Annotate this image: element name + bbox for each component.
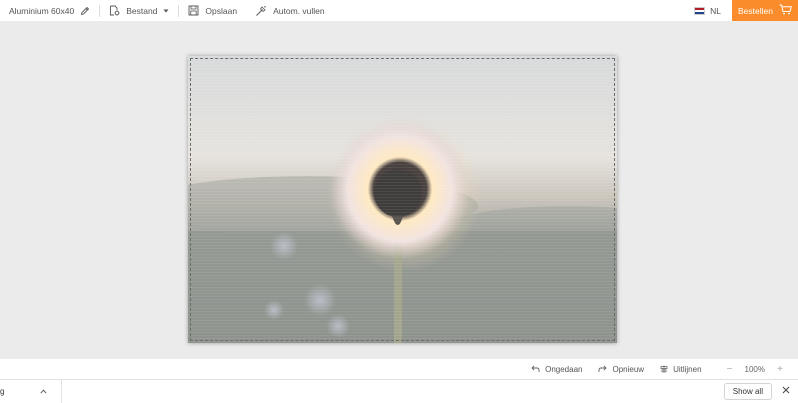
align-center-icon xyxy=(660,365,673,373)
zoom-in-button[interactable]: + xyxy=(774,364,786,375)
floppy-disk-icon xyxy=(188,5,199,16)
shopping-cart-icon xyxy=(779,4,792,17)
redo-label: Opnieuw xyxy=(612,364,645,374)
language-selector[interactable]: NL xyxy=(685,0,732,21)
magic-wand-icon xyxy=(255,5,267,17)
editor-toolbar: Aluminium 60x40 Bestand Opslaan Autom. v… xyxy=(0,0,798,21)
zoom-level: 100% xyxy=(744,364,765,374)
order-button[interactable]: Bestellen xyxy=(732,0,798,21)
browser-download-bar: g Show all xyxy=(0,379,798,403)
product-name-button[interactable]: Aluminium 60x40 xyxy=(0,0,99,21)
dandelion-photo xyxy=(188,56,617,343)
redo-arrow-icon xyxy=(598,365,612,373)
dutch-flag-icon xyxy=(694,6,706,15)
autofill-button[interactable]: Autom. vullen xyxy=(246,0,334,21)
pencil-icon xyxy=(80,6,90,16)
zoom-out-button[interactable]: − xyxy=(724,364,736,375)
download-item[interactable]: g xyxy=(0,379,62,403)
order-label: Bestellen xyxy=(738,5,773,16)
print-preview[interactable] xyxy=(188,56,617,343)
save-button[interactable]: Opslaan xyxy=(179,0,246,21)
file-menu-button[interactable]: Bestand xyxy=(100,0,178,21)
language-label: NL xyxy=(710,5,721,16)
undo-label: Ongedaan xyxy=(545,364,583,374)
flag-stripe-blue xyxy=(695,11,705,14)
file-settings-icon xyxy=(109,5,120,16)
product-name-label: Aluminium 60x40 xyxy=(9,5,75,16)
close-icon[interactable] xyxy=(780,386,792,397)
download-item-name: g xyxy=(0,387,5,396)
design-canvas xyxy=(0,21,798,359)
caret-down-icon xyxy=(163,9,169,13)
redo-button[interactable]: Opnieuw xyxy=(590,365,652,374)
align-button[interactable]: Uitlijnen xyxy=(652,365,709,374)
show-all-downloads-button[interactable]: Show all xyxy=(723,383,772,400)
save-label: Opslaan xyxy=(205,5,238,16)
canvas-actions-bar: Ongedaan Opnieuw Uitlijnen − 100% + xyxy=(0,359,798,379)
align-label: Uitlijnen xyxy=(673,364,702,374)
zoom-control: − 100% + xyxy=(710,364,786,375)
file-menu-label: Bestand xyxy=(126,5,158,16)
undo-button[interactable]: Ongedaan xyxy=(523,365,590,374)
chevron-up-icon[interactable] xyxy=(40,387,47,396)
autofill-label: Autom. vullen xyxy=(273,5,325,16)
show-all-label: Show all xyxy=(732,387,763,396)
undo-arrow-icon xyxy=(531,365,545,373)
